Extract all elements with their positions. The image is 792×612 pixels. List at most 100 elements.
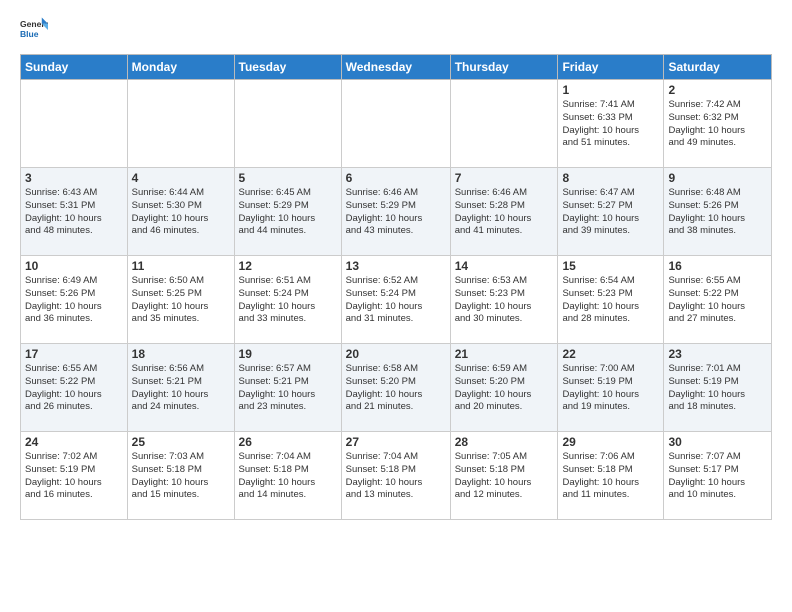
- cell-content: Sunrise: 6:53 AM Sunset: 5:23 PM Dayligh…: [455, 275, 554, 326]
- cell-content: Sunrise: 6:50 AM Sunset: 5:25 PM Dayligh…: [132, 275, 230, 326]
- cell-content: Sunrise: 7:00 AM Sunset: 5:19 PM Dayligh…: [562, 363, 659, 414]
- day-number: 7: [455, 171, 554, 185]
- calendar-cell: 27 Sunrise: 7:04 AM Sunset: 5:18 PM Dayli…: [341, 432, 450, 520]
- calendar-cell: 23 Sunrise: 7:01 AM Sunset: 5:19 PM Dayli…: [664, 344, 772, 432]
- svg-text:Blue: Blue: [20, 29, 39, 39]
- calendar-cell: 3Sunrise: 6:43 AM Sunset: 5:31 PM Daylig…: [21, 168, 128, 256]
- calendar-cell: 8 Sunrise: 6:47 AM Sunset: 5:27 PM Daylig…: [558, 168, 664, 256]
- calendar-cell: [21, 80, 128, 168]
- cell-content: Sunrise: 6:48 AM Sunset: 5:26 PM Dayligh…: [668, 187, 767, 238]
- calendar-cell: 21Sunrise: 6:59 AM Sunset: 5:20 PM Dayli…: [450, 344, 558, 432]
- calendar-cell: 18 Sunrise: 6:56 AM Sunset: 5:21 PM Dayli…: [127, 344, 234, 432]
- day-number: 8: [562, 171, 659, 185]
- day-number: 29: [562, 435, 659, 449]
- calendar-cell: 16Sunrise: 6:55 AM Sunset: 5:22 PM Dayli…: [664, 256, 772, 344]
- week-row-4: 17 Sunrise: 6:55 AM Sunset: 5:22 PM Dayli…: [21, 344, 772, 432]
- day-number: 22: [562, 347, 659, 361]
- cell-content: Sunrise: 7:41 AM Sunset: 6:33 PM Dayligh…: [562, 99, 659, 150]
- calendar-cell: 24 Sunrise: 7:02 AM Sunset: 5:19 PM Dayli…: [21, 432, 128, 520]
- day-number: 6: [346, 171, 446, 185]
- calendar-cell: 28 Sunrise: 7:05 AM Sunset: 5:18 PM Dayli…: [450, 432, 558, 520]
- weekday-header-saturday: Saturday: [664, 55, 772, 80]
- day-number: 11: [132, 259, 230, 273]
- weekday-header-monday: Monday: [127, 55, 234, 80]
- calendar-cell: 6 Sunrise: 6:46 AM Sunset: 5:29 PM Daylig…: [341, 168, 450, 256]
- day-number: 30: [668, 435, 767, 449]
- cell-content: Sunrise: 7:04 AM Sunset: 5:18 PM Dayligh…: [346, 451, 446, 502]
- day-number: 26: [239, 435, 337, 449]
- logo: General Blue: [20, 16, 48, 44]
- weekday-header-friday: Friday: [558, 55, 664, 80]
- calendar-cell: 1 Sunrise: 7:41 AM Sunset: 6:33 PM Daylig…: [558, 80, 664, 168]
- cell-content: Sunrise: 6:51 AM Sunset: 5:24 PM Dayligh…: [239, 275, 337, 326]
- day-number: 20: [346, 347, 446, 361]
- day-number: 12: [239, 259, 337, 273]
- calendar-cell: 4Sunrise: 6:44 AM Sunset: 5:30 PM Daylig…: [127, 168, 234, 256]
- cell-content: Sunrise: 7:01 AM Sunset: 5:19 PM Dayligh…: [668, 363, 767, 414]
- calendar-cell: 2 Sunrise: 7:42 AM Sunset: 6:32 PM Daylig…: [664, 80, 772, 168]
- day-number: 25: [132, 435, 230, 449]
- calendar-cell: 30Sunrise: 7:07 AM Sunset: 5:17 PM Dayli…: [664, 432, 772, 520]
- weekday-header-tuesday: Tuesday: [234, 55, 341, 80]
- day-number: 16: [668, 259, 767, 273]
- cell-content: Sunrise: 7:42 AM Sunset: 6:32 PM Dayligh…: [668, 99, 767, 150]
- calendar-cell: 26 Sunrise: 7:04 AM Sunset: 5:18 PM Dayli…: [234, 432, 341, 520]
- cell-content: Sunrise: 6:55 AM Sunset: 5:22 PM Dayligh…: [25, 363, 123, 414]
- cell-content: Sunrise: 7:06 AM Sunset: 5:18 PM Dayligh…: [562, 451, 659, 502]
- calendar-cell: 15Sunrise: 6:54 AM Sunset: 5:23 PM Dayli…: [558, 256, 664, 344]
- page-container: General Blue SundayMondayTuesdayWednesda…: [0, 0, 792, 530]
- calendar-cell: 20 Sunrise: 6:58 AM Sunset: 5:20 PM Dayli…: [341, 344, 450, 432]
- day-number: 4: [132, 171, 230, 185]
- week-row-1: 1 Sunrise: 7:41 AM Sunset: 6:33 PM Daylig…: [21, 80, 772, 168]
- calendar-cell: 17 Sunrise: 6:55 AM Sunset: 5:22 PM Dayli…: [21, 344, 128, 432]
- day-number: 28: [455, 435, 554, 449]
- calendar-header: SundayMondayTuesdayWednesdayThursdayFrid…: [21, 55, 772, 80]
- day-number: 24: [25, 435, 123, 449]
- day-number: 27: [346, 435, 446, 449]
- cell-content: Sunrise: 7:05 AM Sunset: 5:18 PM Dayligh…: [455, 451, 554, 502]
- weekday-header-row: SundayMondayTuesdayWednesdayThursdayFrid…: [21, 55, 772, 80]
- calendar-table: SundayMondayTuesdayWednesdayThursdayFrid…: [20, 54, 772, 520]
- cell-content: Sunrise: 7:02 AM Sunset: 5:19 PM Dayligh…: [25, 451, 123, 502]
- cell-content: Sunrise: 6:59 AM Sunset: 5:20 PM Dayligh…: [455, 363, 554, 414]
- day-number: 15: [562, 259, 659, 273]
- cell-content: Sunrise: 6:49 AM Sunset: 5:26 PM Dayligh…: [25, 275, 123, 326]
- weekday-header-wednesday: Wednesday: [341, 55, 450, 80]
- day-number: 9: [668, 171, 767, 185]
- calendar-cell: 14Sunrise: 6:53 AM Sunset: 5:23 PM Dayli…: [450, 256, 558, 344]
- calendar-body: 1 Sunrise: 7:41 AM Sunset: 6:33 PM Daylig…: [21, 80, 772, 520]
- day-number: 10: [25, 259, 123, 273]
- day-number: 13: [346, 259, 446, 273]
- cell-content: Sunrise: 6:56 AM Sunset: 5:21 PM Dayligh…: [132, 363, 230, 414]
- day-number: 3: [25, 171, 123, 185]
- calendar-cell: [450, 80, 558, 168]
- calendar-cell: 11 Sunrise: 6:50 AM Sunset: 5:25 PM Dayli…: [127, 256, 234, 344]
- calendar-cell: [341, 80, 450, 168]
- cell-content: Sunrise: 6:57 AM Sunset: 5:21 PM Dayligh…: [239, 363, 337, 414]
- day-number: 18: [132, 347, 230, 361]
- cell-content: Sunrise: 6:46 AM Sunset: 5:29 PM Dayligh…: [346, 187, 446, 238]
- calendar-cell: 25 Sunrise: 7:03 AM Sunset: 5:18 PM Dayli…: [127, 432, 234, 520]
- calendar-cell: 29 Sunrise: 7:06 AM Sunset: 5:18 PM Dayli…: [558, 432, 664, 520]
- calendar-cell: 7 Sunrise: 6:46 AM Sunset: 5:28 PM Daylig…: [450, 168, 558, 256]
- calendar-cell: 12 Sunrise: 6:51 AM Sunset: 5:24 PM Dayli…: [234, 256, 341, 344]
- calendar-cell: 5 Sunrise: 6:45 AM Sunset: 5:29 PM Daylig…: [234, 168, 341, 256]
- cell-content: Sunrise: 6:47 AM Sunset: 5:27 PM Dayligh…: [562, 187, 659, 238]
- cell-content: Sunrise: 6:45 AM Sunset: 5:29 PM Dayligh…: [239, 187, 337, 238]
- cell-content: Sunrise: 7:04 AM Sunset: 5:18 PM Dayligh…: [239, 451, 337, 502]
- day-number: 17: [25, 347, 123, 361]
- cell-content: Sunrise: 6:46 AM Sunset: 5:28 PM Dayligh…: [455, 187, 554, 238]
- cell-content: Sunrise: 6:58 AM Sunset: 5:20 PM Dayligh…: [346, 363, 446, 414]
- calendar-cell: 13Sunrise: 6:52 AM Sunset: 5:24 PM Dayli…: [341, 256, 450, 344]
- week-row-2: 3Sunrise: 6:43 AM Sunset: 5:31 PM Daylig…: [21, 168, 772, 256]
- day-number: 2: [668, 83, 767, 97]
- weekday-header-sunday: Sunday: [21, 55, 128, 80]
- day-number: 23: [668, 347, 767, 361]
- day-number: 1: [562, 83, 659, 97]
- day-number: 5: [239, 171, 337, 185]
- cell-content: Sunrise: 7:03 AM Sunset: 5:18 PM Dayligh…: [132, 451, 230, 502]
- weekday-header-thursday: Thursday: [450, 55, 558, 80]
- calendar-cell: [127, 80, 234, 168]
- logo-icon: General Blue: [20, 16, 48, 44]
- calendar-cell: [234, 80, 341, 168]
